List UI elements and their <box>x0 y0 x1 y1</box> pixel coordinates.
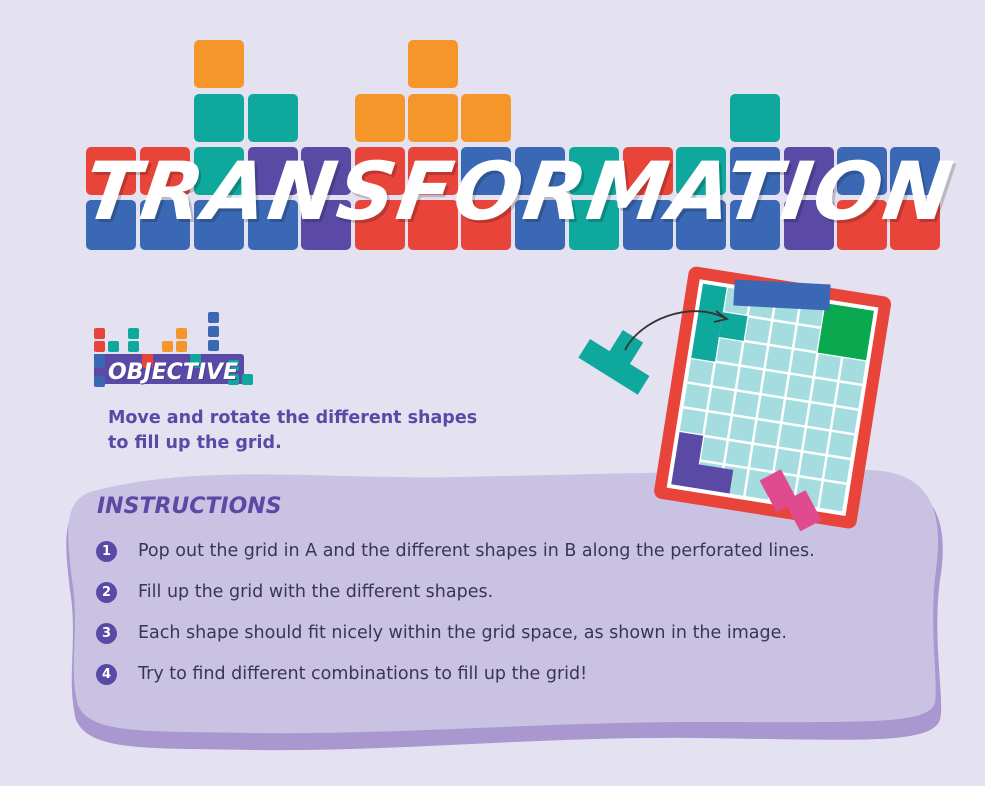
list-item: 1 Pop out the grid in A and the differen… <box>96 538 815 579</box>
list-item: 4 Try to find different combinations to … <box>96 661 815 702</box>
instructions-title: INSTRUCTIONS <box>97 494 282 519</box>
step-text: Fill up the grid with the different shap… <box>138 582 494 602</box>
step-text: Pop out the grid in A and the different … <box>138 541 815 561</box>
step-number: 2 <box>96 582 117 603</box>
step-number: 1 <box>96 541 117 562</box>
objective-text: Move and rotate the different shapes to … <box>108 408 478 453</box>
list-item: 3 Each shape should fit nicely within th… <box>96 620 815 661</box>
step-number: 4 <box>96 664 117 685</box>
step-text: Try to find different combinations to fi… <box>138 664 588 684</box>
step-text: Each shape should fit nicely within the … <box>138 623 787 643</box>
instructions-list: 1 Pop out the grid in A and the differen… <box>96 538 815 702</box>
list-item: 2 Fill up the grid with the different sh… <box>96 579 815 620</box>
step-number: 3 <box>96 623 117 644</box>
objective-label: OBJECTIVE <box>108 360 239 385</box>
